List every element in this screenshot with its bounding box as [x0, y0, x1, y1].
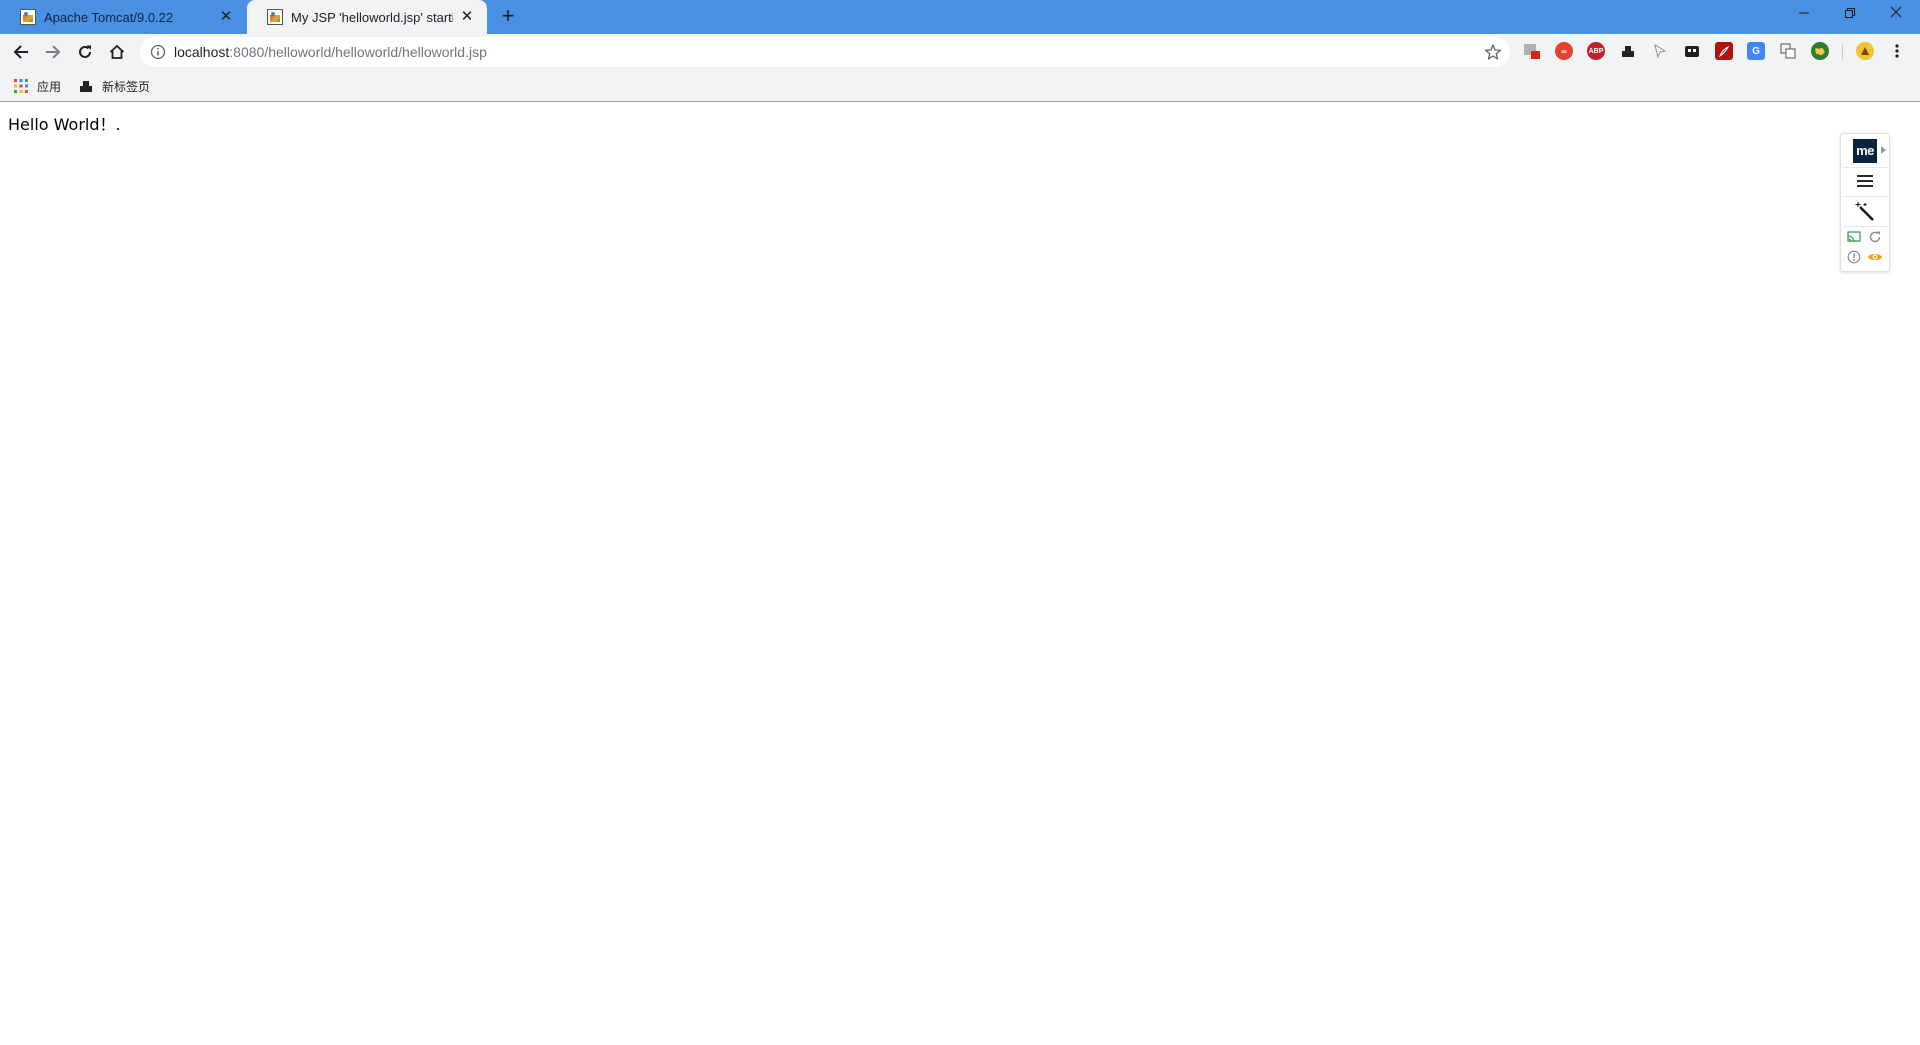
arrow-left-icon	[13, 45, 28, 59]
me-logo-icon[interactable]: me	[1853, 139, 1877, 163]
minimize-icon	[1799, 12, 1809, 14]
info-circle-icon[interactable]	[1847, 250, 1861, 264]
home-icon	[109, 44, 125, 59]
pointer-icon[interactable]	[1651, 42, 1669, 60]
earth-icon[interactable]	[1811, 42, 1829, 60]
eye-icon[interactable]	[1867, 250, 1883, 264]
google-translate-icon[interactable]: G	[1747, 42, 1765, 60]
close-icon	[1890, 6, 1902, 18]
profile-avatar-icon[interactable]	[1856, 42, 1874, 60]
bookmark-manager-icon[interactable]	[1619, 42, 1637, 60]
toolbar-separator	[1842, 44, 1843, 60]
menu-more-icon[interactable]	[1888, 42, 1906, 60]
panel-divider	[1843, 167, 1887, 168]
pdf-icon[interactable]	[1715, 42, 1733, 60]
url-text[interactable]: localhost:8080/helloworld/helloworld/hel…	[174, 37, 487, 67]
forward-button[interactable]	[41, 40, 65, 64]
panel-divider	[1843, 226, 1887, 227]
bookmark-label: 新标签页	[102, 79, 151, 94]
bookmark-label: 应用	[37, 79, 62, 94]
new-tab-button[interactable]: +	[496, 5, 520, 29]
apps-grid-icon	[13, 78, 29, 94]
close-icon[interactable]: ✕	[218, 9, 234, 25]
restore-button[interactable]	[1827, 0, 1873, 30]
tomcat-favicon-icon	[20, 9, 36, 25]
magic-wand-icon[interactable]	[1854, 201, 1876, 223]
home-button[interactable]	[105, 40, 129, 64]
bookmark-new-tab-page[interactable]: 新标签页	[78, 76, 150, 96]
extension-puzzle-icon[interactable]	[1683, 42, 1701, 60]
panel-divider	[1843, 196, 1887, 197]
reload-button[interactable]	[73, 40, 97, 64]
tab-helloworld-jsp[interactable]: My JSP 'helloworld.jsp' starting page ✕	[247, 0, 487, 34]
url-path: :8080/helloworld/helloworld/helloworld.j…	[229, 44, 487, 60]
infinity-icon[interactable]: ∞	[1555, 42, 1573, 60]
bookmarks-bar: 应用 新标签页	[0, 70, 1920, 102]
tab-title: My JSP 'helloworld.jsp' starting page	[291, 9, 453, 25]
tab-strip: Apache Tomcat/9.0.22 ✕ My JSP 'helloworl…	[0, 0, 1920, 34]
translate-icon[interactable]	[1779, 42, 1797, 60]
tab-title: Apache Tomcat/9.0.22	[44, 9, 174, 25]
address-bar[interactable]: localhost:8080/helloworld/helloworld/hel…	[140, 37, 1510, 67]
tab-apache-tomcat[interactable]: Apache Tomcat/9.0.22 ✕	[0, 0, 246, 34]
adblock-plus-icon[interactable]: ABP	[1587, 42, 1605, 60]
bookmark-star-icon[interactable]	[1484, 43, 1502, 61]
bookmark-apps[interactable]: 应用	[13, 76, 61, 96]
hello-world-text: Hello World！.	[8, 115, 121, 134]
close-icon[interactable]: ✕	[459, 9, 475, 25]
cast-icon[interactable]	[1847, 230, 1861, 244]
new-tab-page-icon	[78, 78, 94, 94]
hamburger-menu-icon[interactable]	[1856, 174, 1874, 188]
expand-arrow-icon[interactable]	[1881, 146, 1886, 154]
refresh-icon[interactable]	[1868, 230, 1882, 244]
url-host: localhost	[174, 44, 230, 60]
extension-badge-icon[interactable]	[1523, 42, 1541, 60]
minimize-button[interactable]	[1781, 0, 1827, 30]
arrow-right-icon	[46, 45, 61, 59]
restore-icon	[1845, 8, 1855, 18]
reload-icon	[79, 45, 91, 58]
floating-extension-panel: me	[1840, 133, 1890, 272]
back-button[interactable]	[9, 40, 33, 64]
tomcat-favicon-icon	[267, 9, 283, 25]
close-window-button[interactable]	[1873, 0, 1919, 30]
page-content: Hello World！.	[0, 103, 1920, 1045]
info-icon[interactable]	[150, 44, 166, 60]
